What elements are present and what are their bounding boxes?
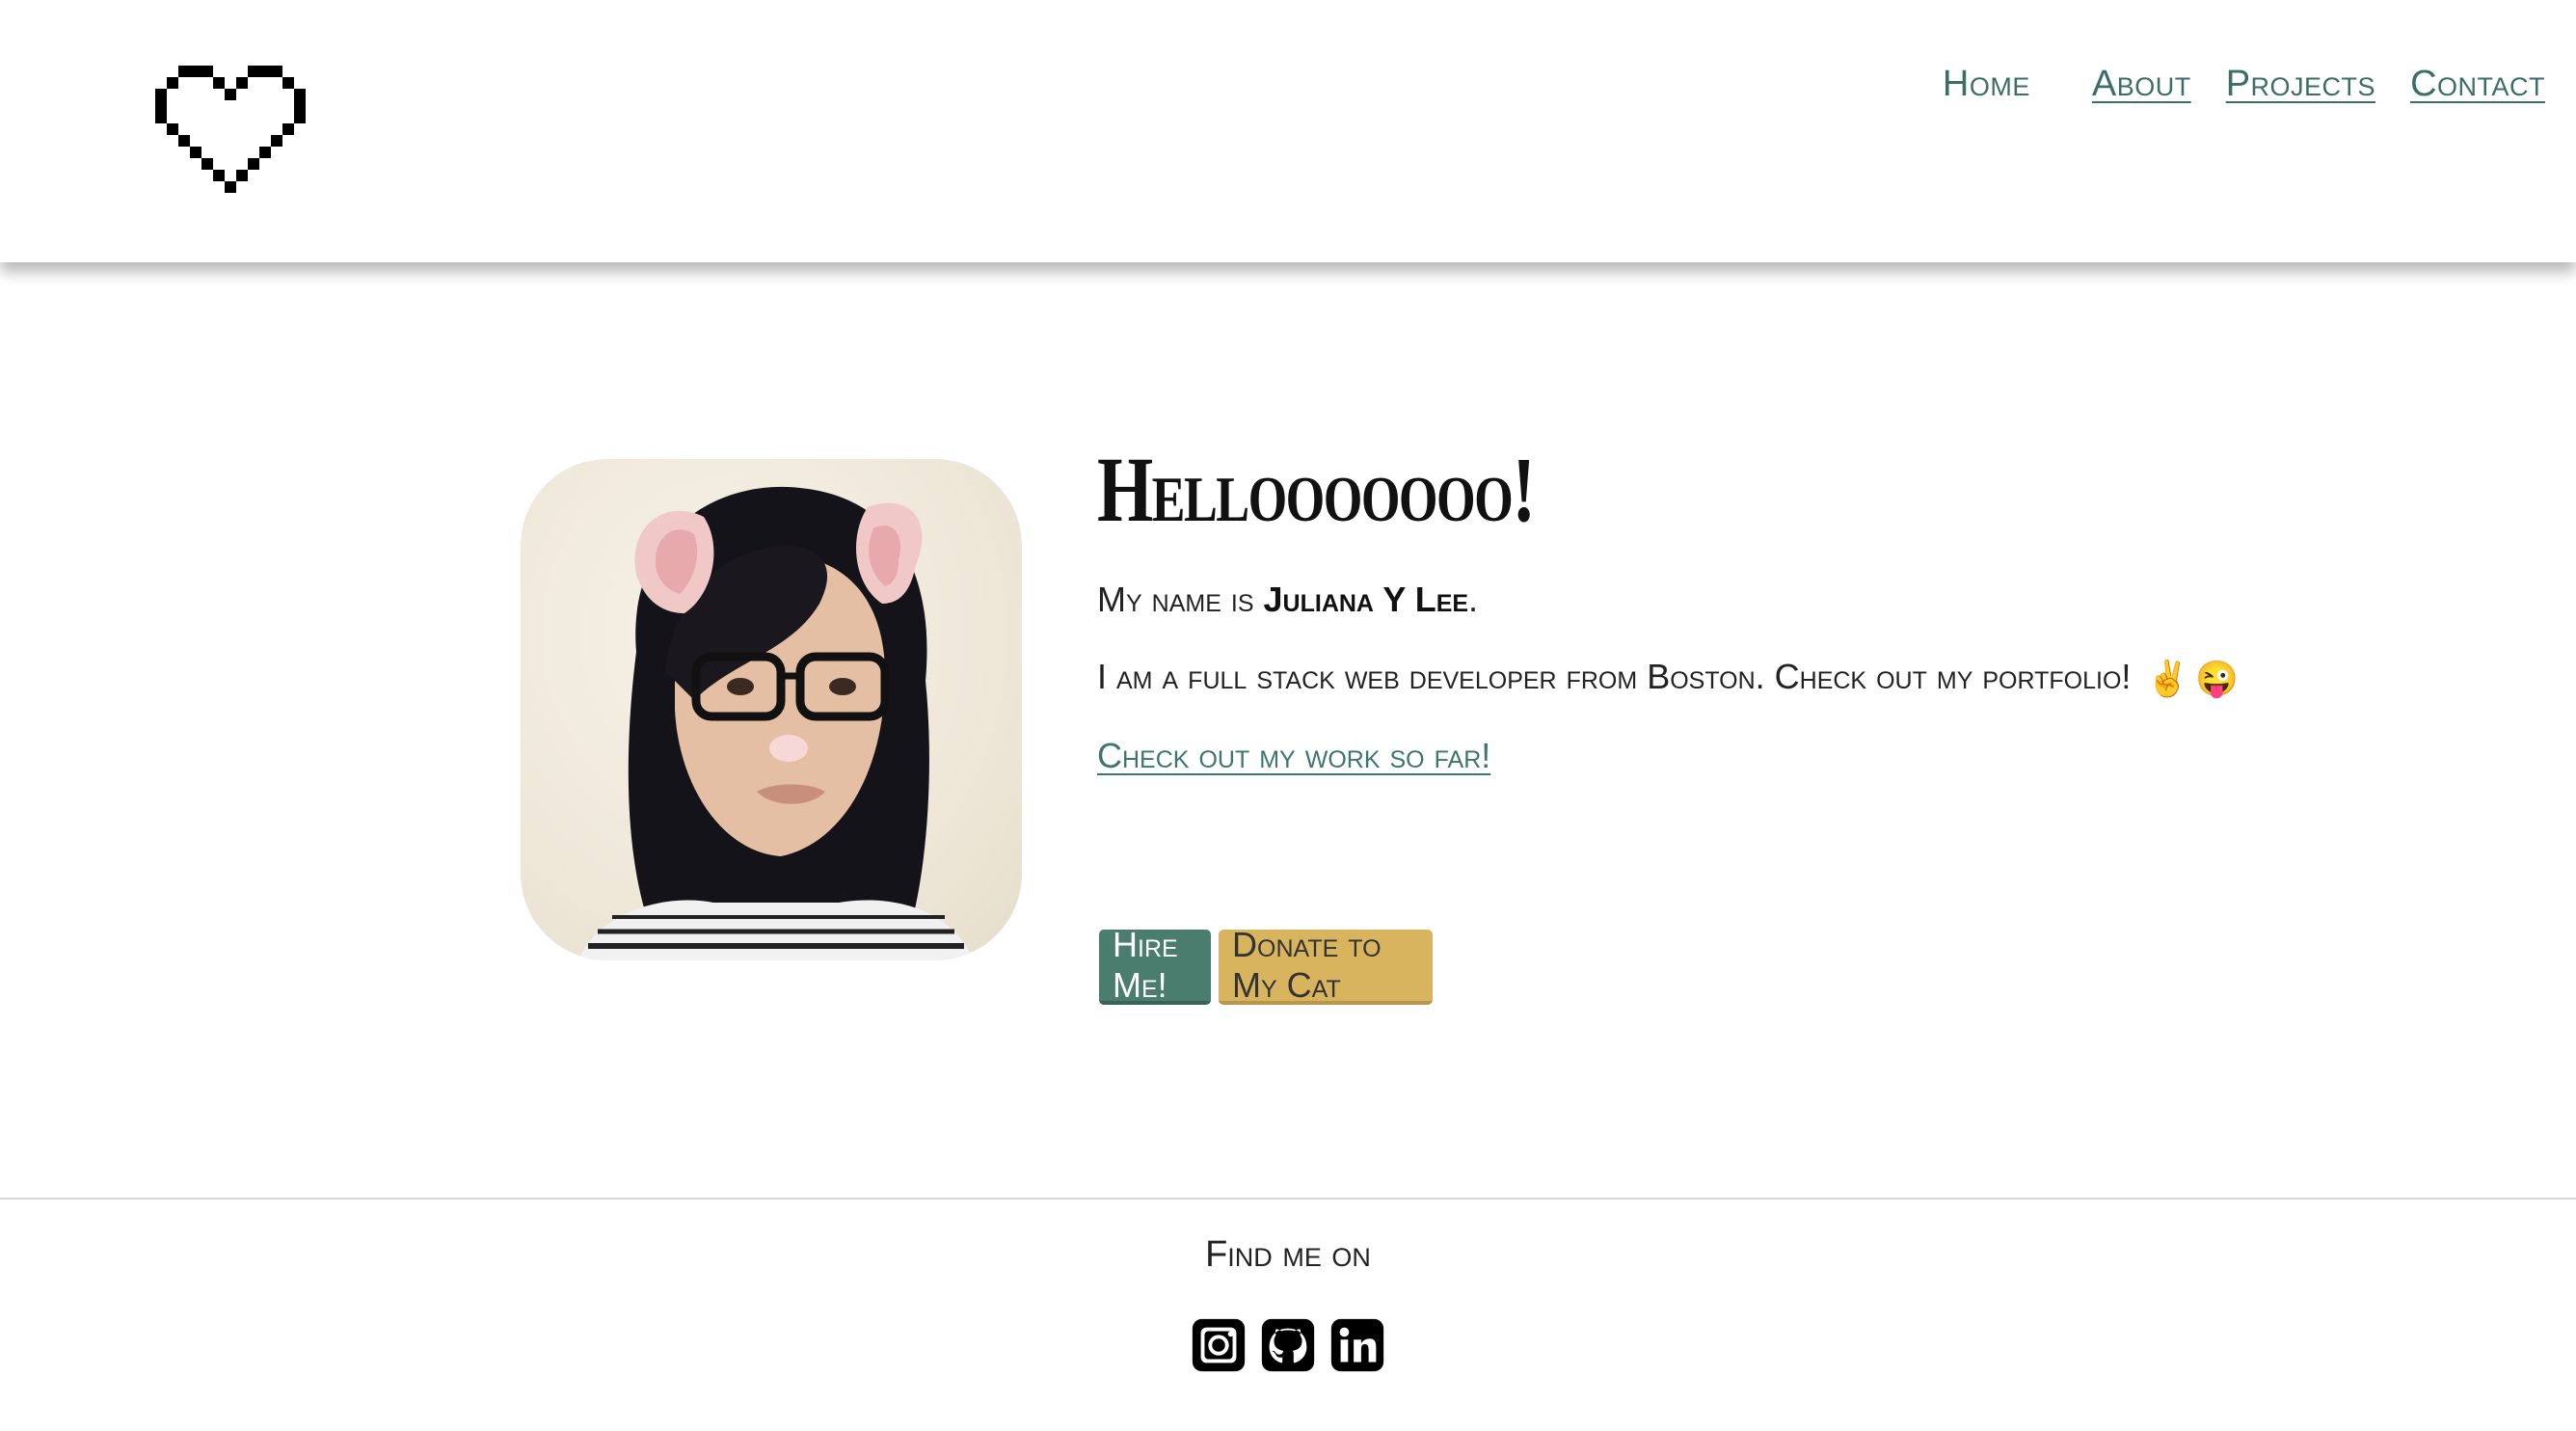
hero-section: Hellooooooo! My name is Juliana Y Lee. I…: [0, 262, 2576, 1198]
profile-photo-illustration: [578, 486, 974, 960]
nav-contact-link[interactable]: Contact: [2410, 64, 2545, 105]
donate-button[interactable]: Donate to My Cat: [1219, 925, 1433, 1005]
hire-me-button[interactable]: Hire Me!: [1099, 925, 1211, 1005]
wink-emoji: 😜: [2195, 659, 2240, 699]
name-prefix: My name is: [1097, 580, 1264, 619]
nav-projects-link[interactable]: Projects: [2226, 64, 2375, 105]
peace-emoji: ✌️: [2146, 659, 2190, 699]
pixel-heart-icon[interactable]: [154, 66, 307, 193]
nav-about-link[interactable]: About: [2092, 64, 2191, 105]
cta-buttons: Hire Me! Donate to My Cat: [1099, 925, 1433, 1005]
intro-line: I am a full stack web developer from Bos…: [1097, 657, 2447, 699]
profile-photo: [521, 459, 1022, 960]
name-line: My name is Juliana Y Lee.: [1097, 580, 2447, 620]
intro-content: Hellooooooo! My name is Juliana Y Lee. I…: [1097, 436, 2447, 776]
nav-home-link[interactable]: Home: [1943, 64, 2030, 105]
linkedin-icon[interactable]: [1328, 1315, 1387, 1375]
github-icon[interactable]: [1258, 1315, 1318, 1375]
work-link[interactable]: Check out my work so far!: [1097, 736, 1490, 775]
footer: Find me on: [0, 1198, 2576, 1431]
name-suffix: .: [1468, 580, 1479, 619]
find-me-label: Find me on: [1205, 1234, 1371, 1275]
navbar: Home About Projects Contact: [0, 0, 2576, 262]
social-links: [0, 1315, 2576, 1375]
nav-links: Home About Projects Contact: [1908, 64, 2545, 105]
name-highlight: Juliana Y Lee: [1263, 580, 1469, 619]
intro-text: I am a full stack web developer from Bos…: [1097, 657, 2132, 696]
work-link-line: Check out my work so far!: [1097, 736, 2447, 776]
page-title: Hellooooooo!: [1097, 438, 1536, 541]
instagram-icon[interactable]: [1189, 1315, 1248, 1375]
